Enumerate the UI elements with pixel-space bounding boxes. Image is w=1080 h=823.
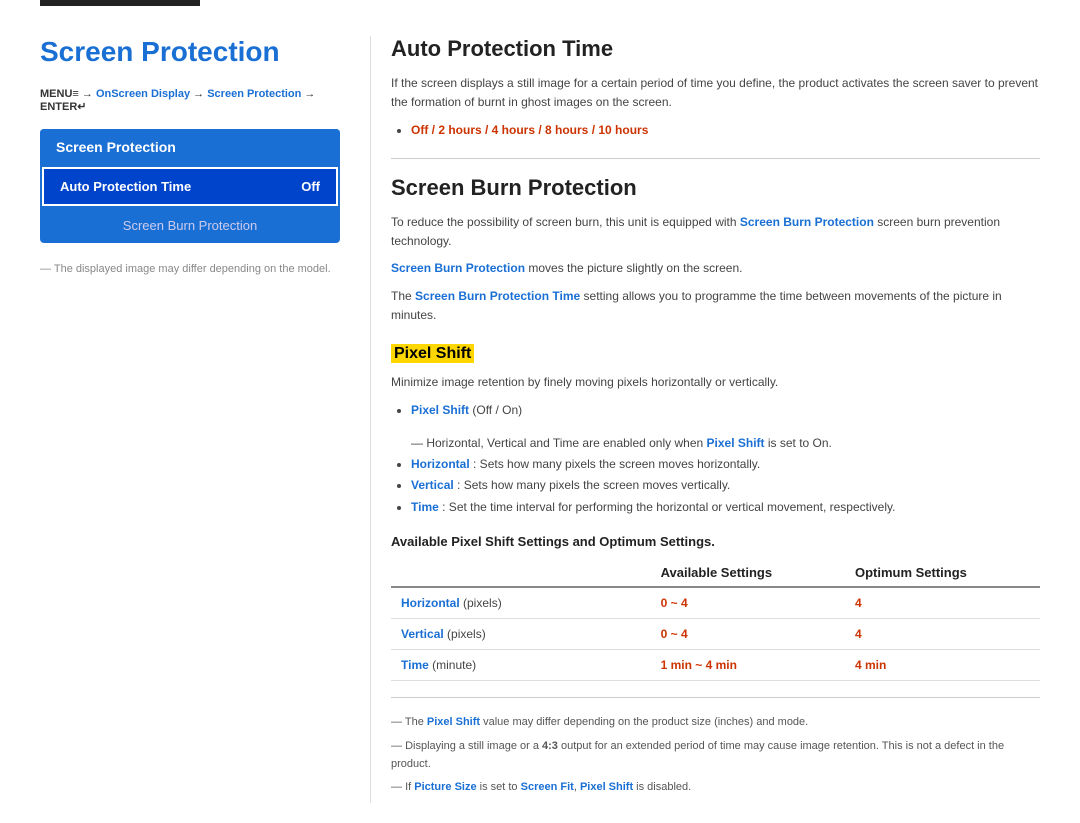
bullet-pixel-shift: Pixel Shift (Off / On) [411, 400, 1040, 422]
row3-optimum: 4 min [845, 650, 1040, 681]
footnote3: If Picture Size is set to Screen Fit, Pi… [391, 779, 1040, 797]
sub-note: Horizontal, Vertical and Time are enable… [411, 436, 1040, 450]
footnote3-screen-fit: Screen Fit [521, 781, 574, 793]
bullet4-text: : Set the time interval for performing t… [442, 500, 895, 514]
menu-box: Screen Protection Auto Protection Time O… [40, 129, 340, 243]
row3-suffix: (minute) [432, 658, 476, 672]
pixel-shift-bullets2: Horizontal : Sets how many pixels the sc… [411, 454, 1040, 519]
section2-desc2: Screen Burn Protection moves the picture… [391, 259, 1040, 278]
table-row: Horizontal (pixels) 0 ~ 4 4 [391, 587, 1040, 619]
row2-label: Vertical (pixels) [391, 619, 651, 650]
section-auto-protection: Auto Protection Time If the screen displ… [391, 36, 1040, 142]
pixel-shift-title: Pixel Shift [391, 345, 1040, 363]
footnote2: Displaying a still image or a 4:3 output… [391, 738, 1040, 773]
pixel-shift-title-text: Pixel Shift [391, 344, 474, 363]
row2-available: 0 ~ 4 [651, 619, 845, 650]
footnote1: The Pixel Shift value may differ dependi… [391, 714, 1040, 732]
row2-label-text: Vertical [401, 627, 444, 641]
pixel-shift-bullets: Pixel Shift (Off / On) [411, 400, 1040, 422]
table-row: Time (minute) 1 min ~ 4 min 4 min [391, 650, 1040, 681]
nav-onscreen-display[interactable]: OnScreen Display [96, 88, 190, 100]
row1-available: 0 ~ 4 [651, 587, 845, 619]
menu-item-auto-protection[interactable]: Auto Protection Time Off [42, 167, 338, 206]
table-col-optimum: Optimum Settings [845, 559, 1040, 587]
footnote2-bold: 4:3 [542, 740, 558, 752]
arrow1: → [82, 88, 96, 100]
row3-available: 1 min ~ 4 min [651, 650, 845, 681]
bullet2-text: : Sets how many pixels the screen moves … [473, 457, 760, 471]
sub-note-text: Horizontal, Vertical and Time are enable… [426, 436, 706, 450]
bullet-time: Time : Set the time interval for perform… [411, 497, 1040, 519]
row3-label-text: Time [401, 658, 429, 672]
row2-optimum: 4 [845, 619, 1040, 650]
bullet1-label: Pixel Shift [411, 403, 469, 417]
divider1 [391, 158, 1040, 159]
footnote3-picture-size: Picture Size [414, 781, 476, 793]
bullet2-label: Horizontal [411, 457, 470, 471]
row1-optimum: 4 [845, 587, 1040, 619]
page-title: Screen Protection [40, 36, 340, 68]
bullet-vertical: Vertical : Sets how many pixels the scre… [411, 475, 1040, 497]
pixel-shift-section: Pixel Shift Minimize image retention by … [391, 345, 1040, 519]
arrow2: → [193, 88, 207, 100]
desc3-link: Screen Burn Protection Time [415, 289, 580, 303]
section2-title: Screen Burn Protection [391, 175, 1040, 201]
bullet-horizontal: Horizontal : Sets how many pixels the sc… [411, 454, 1040, 476]
table-row: Vertical (pixels) 0 ~ 4 4 [391, 619, 1040, 650]
sub-note-end: is set to On. [765, 436, 832, 450]
section1-options: Off / 2 hours / 4 hours / 8 hours / 10 h… [411, 120, 1040, 142]
sub-note-link: Pixel Shift [707, 436, 765, 450]
table-title: Available Pixel Shift Settings and Optim… [391, 534, 1040, 549]
section-screen-burn: Screen Burn Protection To reduce the pos… [391, 175, 1040, 797]
section1-options-text: Off / 2 hours / 4 hours / 8 hours / 10 h… [411, 123, 648, 137]
right-panel: Auto Protection Time If the screen displ… [370, 36, 1040, 803]
desc2-end: moves the picture slightly on the screen… [528, 261, 742, 275]
row1-label: Horizontal (pixels) [391, 587, 651, 619]
desc1-text: To reduce the possibility of screen burn… [391, 215, 737, 229]
menu-item-label2: Screen Burn Protection [123, 218, 257, 233]
bullet4-label: Time [411, 500, 439, 514]
divider2 [391, 697, 1040, 698]
table-section: Available Pixel Shift Settings and Optim… [391, 534, 1040, 681]
menu-box-header: Screen Protection [40, 129, 340, 165]
menu-item-screen-burn[interactable]: Screen Burn Protection [40, 208, 340, 243]
row1-suffix: (pixels) [463, 596, 502, 610]
menu-icon: ≡ [72, 88, 78, 100]
section2-desc3: The Screen Burn Protection Time setting … [391, 287, 1040, 325]
nav-screen-protection[interactable]: Screen Protection [207, 88, 301, 100]
section2-desc1: To reduce the possibility of screen burn… [391, 213, 1040, 251]
footnote1-pixel-shift: Pixel Shift [427, 716, 480, 728]
left-panel: Screen Protection MENU≡ → OnScreen Displ… [40, 36, 340, 803]
pixel-shift-desc: Minimize image retention by finely movin… [391, 373, 1040, 392]
enter-icon: ↵ [77, 101, 86, 113]
settings-table: Available Settings Optimum Settings Hori… [391, 559, 1040, 681]
row3-label: Time (minute) [391, 650, 651, 681]
row2-suffix: (pixels) [447, 627, 486, 641]
bullet1-text: (Off / On) [472, 403, 522, 417]
desc3-start: The [391, 289, 415, 303]
menu-label: MENU [40, 88, 72, 100]
desc2-link: Screen Burn Protection [391, 261, 525, 275]
menu-path: MENU≡ → OnScreen Display → Screen Protec… [40, 88, 340, 113]
footnote3-pixel-shift: Pixel Shift [580, 781, 633, 793]
table-col-name [391, 559, 651, 587]
bullet3-label: Vertical [411, 478, 454, 492]
section1-title: Auto Protection Time [391, 36, 1040, 62]
bullet3-text: : Sets how many pixels the screen moves … [457, 478, 730, 492]
table-col-available: Available Settings [651, 559, 845, 587]
menu-item-label: Auto Protection Time [60, 179, 191, 194]
desc1-link: Screen Burn Protection [740, 215, 874, 229]
section1-desc: If the screen displays a still image for… [391, 74, 1040, 112]
disclaimer: The displayed image may differ depending… [40, 263, 340, 275]
menu-item-value: Off [301, 179, 320, 194]
row1-label-text: Horizontal [401, 596, 460, 610]
footnotes: The Pixel Shift value may differ dependi… [391, 714, 1040, 796]
